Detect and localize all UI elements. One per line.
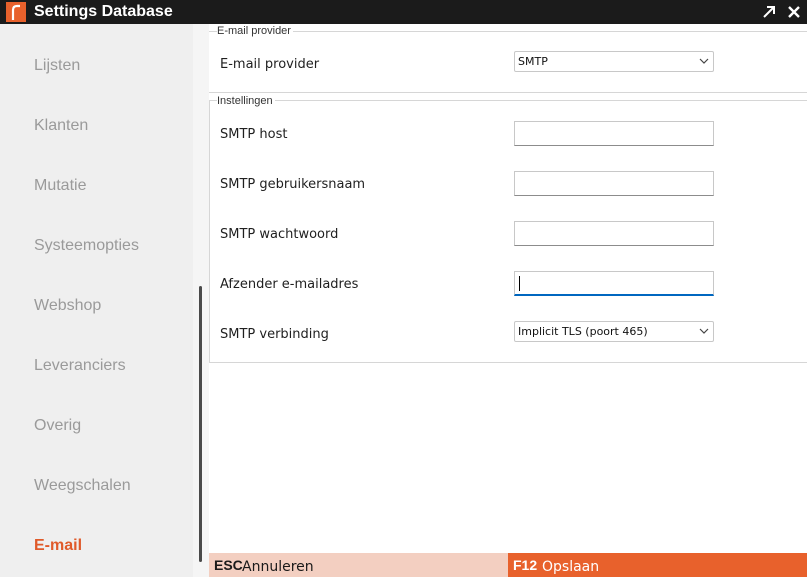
- sender-email-label: Afzender e-mailadres: [220, 277, 359, 292]
- smtp-username-input[interactable]: [514, 171, 714, 196]
- smtp-connection-label: SMTP verbinding: [220, 327, 329, 342]
- chevron-down-icon: [699, 328, 709, 334]
- sidebar-item-weegschalen[interactable]: Weegschalen: [34, 477, 131, 495]
- sidebar-item-webshop[interactable]: Webshop: [34, 297, 101, 315]
- title-bar: Settings Database: [0, 0, 807, 24]
- provider-group-border-top: [209, 31, 807, 32]
- provider-select[interactable]: SMTP: [514, 51, 714, 72]
- app-logo-icon: [6, 2, 26, 22]
- text-caret: [519, 276, 520, 291]
- sidebar-item-email[interactable]: E-mail: [34, 537, 82, 555]
- sidebar-item-systeemopties[interactable]: Systeemopties: [34, 237, 139, 255]
- smtp-host-input[interactable]: [514, 121, 714, 146]
- sidebar-scrollbar-thumb[interactable]: [199, 286, 202, 562]
- save-shortcut-key: F12: [513, 557, 538, 573]
- cancel-button[interactable]: ESC Annuleren: [209, 553, 508, 577]
- provider-group-title: E-mail provider: [217, 25, 293, 37]
- settings-group-border-top: [209, 100, 807, 101]
- smtp-password-label: SMTP wachtwoord: [220, 227, 339, 242]
- sender-email-input[interactable]: [514, 271, 714, 296]
- sidebar-item-lijsten[interactable]: Lijsten: [34, 57, 80, 75]
- sidebar-item-mutatie[interactable]: Mutatie: [34, 177, 86, 195]
- provider-label: E-mail provider: [220, 57, 320, 72]
- window-title: Settings Database: [34, 3, 173, 20]
- settings-window: Settings Database Lijsten Klanten Mutati…: [0, 0, 807, 577]
- cancel-shortcut-key: ESC: [214, 557, 243, 573]
- settings-group-border-bottom: [209, 362, 807, 363]
- provider-select-value: SMTP: [518, 55, 548, 68]
- save-label: Opslaan: [542, 559, 600, 575]
- smtp-password-input[interactable]: [514, 221, 714, 246]
- sidebar-item-leveranciers[interactable]: Leveranciers: [34, 357, 126, 375]
- smtp-connection-select[interactable]: Implicit TLS (poort 465): [514, 321, 714, 342]
- sidebar-item-klanten[interactable]: Klanten: [34, 117, 88, 135]
- sidebar: Lijsten Klanten Mutatie Systeemopties We…: [0, 24, 209, 577]
- close-icon[interactable]: [785, 3, 803, 21]
- settings-group-title: Instellingen: [217, 95, 275, 107]
- expand-icon[interactable]: [760, 3, 778, 21]
- provider-group-border-bottom: [209, 92, 807, 93]
- save-button[interactable]: F12 Opslaan: [508, 553, 807, 577]
- smtp-host-label: SMTP host: [220, 127, 288, 142]
- settings-group-border-left: [209, 100, 210, 362]
- cancel-label: Annuleren: [242, 559, 314, 575]
- sidebar-item-overig[interactable]: Overig: [34, 417, 81, 435]
- chevron-down-icon: [699, 58, 709, 64]
- smtp-username-label: SMTP gebruikersnaam: [220, 177, 366, 192]
- smtp-connection-select-value: Implicit TLS (poort 465): [518, 325, 648, 338]
- email-settings-panel: E-mail provider E-mail provider SMTP Ins…: [209, 24, 807, 553]
